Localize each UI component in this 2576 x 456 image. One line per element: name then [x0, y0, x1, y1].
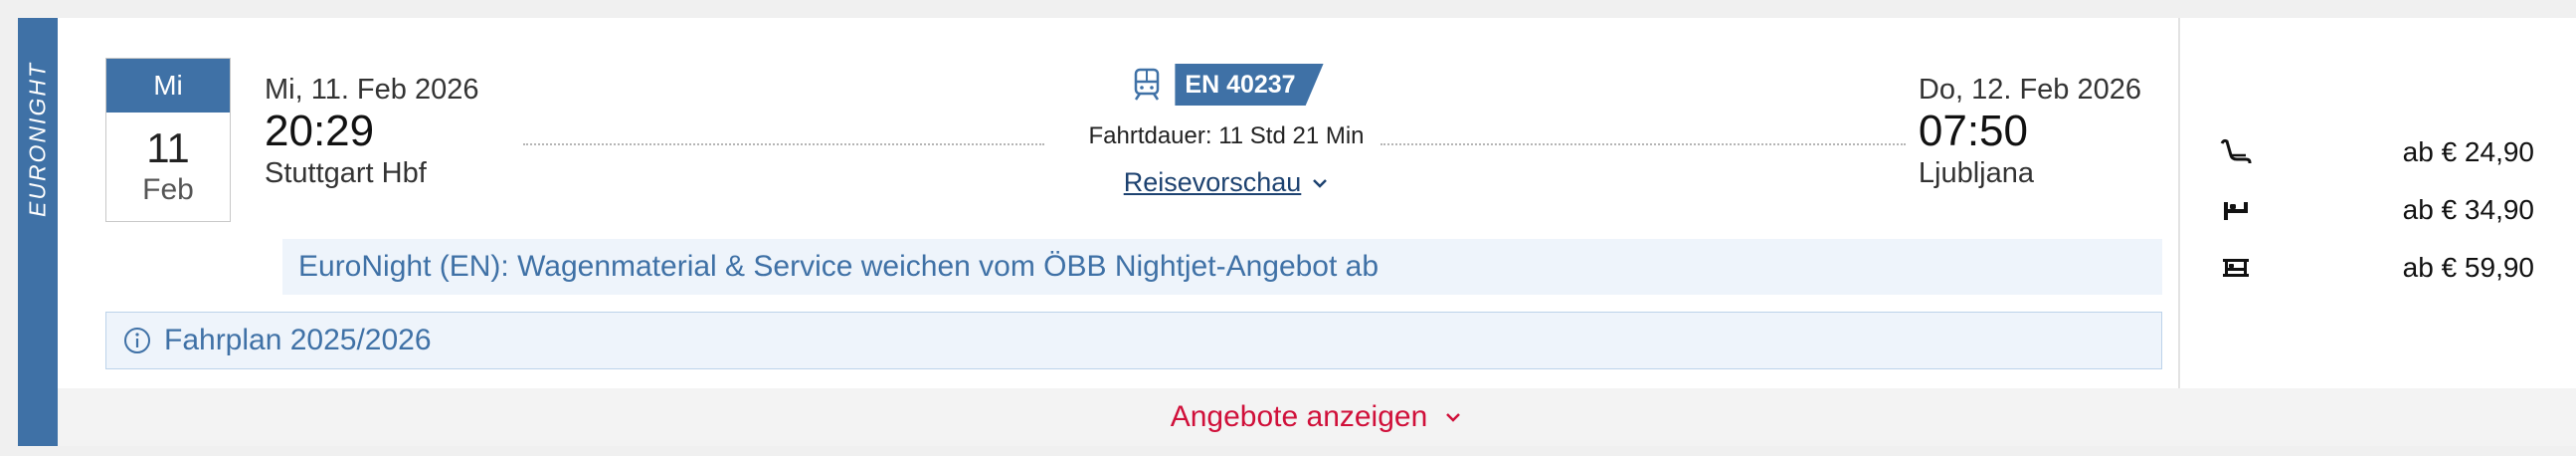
travel-duration: Fahrtdauer: 11 Std 21 Min [1088, 122, 1365, 149]
date-month: Feb [142, 173, 194, 206]
departure-station: Stuttgart Hbf [265, 157, 427, 189]
timetable-info-label: Fahrplan 2025/2026 [164, 324, 432, 356]
date-box: Mi 11 Feb [105, 58, 231, 222]
category-stripe: EURONIGHT [18, 18, 58, 446]
price-row-seat[interactable]: ab € 24,90 [2216, 123, 2534, 181]
date-day: 11 [146, 124, 190, 171]
price-seat: ab € 24,90 [2402, 136, 2534, 167]
route-line-right [1380, 143, 1906, 145]
train-info: EN 40237 Fahrtdauer: 11 Std 21 Min Reise… [1052, 62, 1400, 198]
arrival-block: Do, 12. Feb 2026 07:50 Ljubljana [1919, 72, 2141, 191]
journey-preview-label: Reisevorschau [1123, 167, 1302, 197]
price-row-couchette[interactable]: ab € 34,90 [2216, 181, 2534, 239]
departure-block: Mi, 11. Feb 2026 20:29 Stuttgart Hbf [265, 72, 478, 191]
couchette-icon [2224, 202, 2248, 220]
departure-time: 20:29 [265, 107, 375, 155]
connection-card: EURONIGHT Mi 11 Feb Mi, 11. Feb 2026 20:… [18, 18, 2576, 446]
date-weekday: Mi [106, 59, 230, 113]
journey-preview-toggle[interactable]: Reisevorschau [1124, 167, 1330, 198]
route-line-left [523, 143, 1044, 145]
show-offers-button[interactable]: Angebote anzeigen [58, 388, 2576, 446]
price-divider [2178, 18, 2180, 388]
arrival-station: Ljubljana [1918, 157, 2034, 189]
chevron-down-icon [1446, 413, 1461, 422]
seat-icon [2220, 138, 2252, 163]
train-number-badge: EN 40237 [1175, 64, 1324, 106]
arrival-time: 07:50 [1918, 107, 2028, 155]
info-icon [124, 328, 150, 353]
price-sleeper: ab € 59,90 [2402, 252, 2534, 283]
service-notice: EuroNight (EN): Wagenmaterial & Service … [282, 239, 2162, 295]
category-label: EURONIGHT [24, 62, 51, 217]
price-row-sleeper[interactable]: ab € 59,90 [2216, 239, 2534, 297]
arrival-date: Do, 12. Feb 2026 [1918, 74, 2141, 106]
price-couchette: ab € 34,90 [2402, 194, 2534, 225]
departure-date: Mi, 11. Feb 2026 [265, 74, 479, 106]
bed-icon [2223, 259, 2249, 277]
timetable-info: Fahrplan 2025/2026 [105, 312, 2162, 369]
chevron-down-icon [1313, 178, 1328, 188]
show-offers-label: Angebote anzeigen [1170, 400, 1428, 433]
train-header: EN 40237 [1052, 62, 1400, 108]
train-icon [1135, 68, 1160, 101]
price-list: ab € 24,90 ab € 34,90 ab € 59,90 [2216, 123, 2534, 297]
